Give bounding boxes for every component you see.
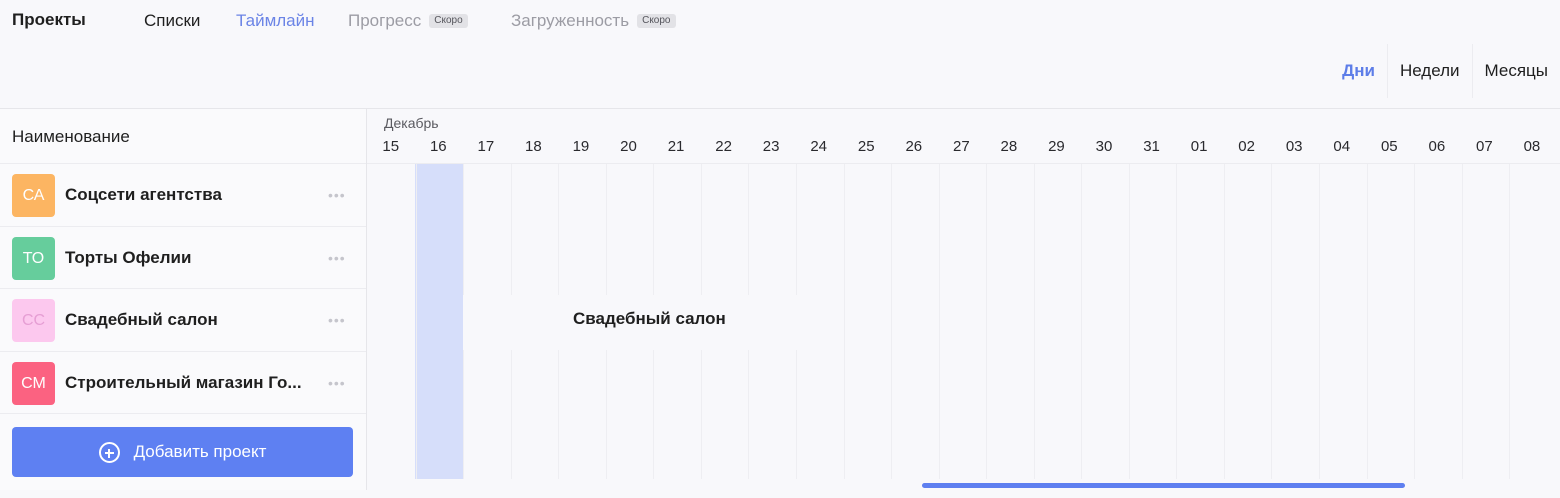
divider [367, 163, 1560, 164]
project-row[interactable]: СМ Строительный магазин Го... ••• [0, 352, 366, 414]
day-column-line [1461, 164, 1463, 479]
day-label: 24 [810, 138, 828, 155]
day-column-line [1176, 164, 1178, 479]
day-column-line [1033, 164, 1035, 479]
day-label: 22 [715, 138, 732, 155]
tab-workload[interactable]: Загруженность Скоро [511, 11, 676, 31]
day-column-line [891, 164, 893, 479]
day-label: 17 [477, 138, 495, 155]
day-label: 06 [1428, 138, 1446, 155]
today-column-highlight [415, 164, 463, 479]
add-project-button[interactable]: Добавить проект [12, 427, 353, 477]
day-label: 04 [1333, 138, 1351, 155]
project-row[interactable]: СА Соцсети агентства ••• [0, 164, 366, 227]
horizontal-scrollbar[interactable] [922, 483, 1405, 488]
soon-badge: Скоро [429, 14, 468, 28]
project-row[interactable]: СС Свадебный салон ••• [0, 289, 366, 352]
tab-lists[interactable]: Списки [144, 11, 200, 31]
day-column-line [1366, 164, 1368, 479]
project-bar-label: Свадебный салон [573, 309, 726, 328]
project-name[interactable]: Соцсети агентства [65, 185, 320, 205]
soon-badge: Скоро [637, 14, 676, 28]
day-column-line [1223, 164, 1225, 479]
day-label: 15 [382, 138, 400, 155]
top-nav: Проекты Списки Таймлайн Прогресс Скоро За… [0, 0, 1560, 44]
day-column-line [1319, 164, 1320, 479]
add-project-label: Добавить проект [133, 442, 267, 461]
day-label: 25 [857, 138, 875, 155]
day-label: 02 [1238, 138, 1255, 155]
day-label: 19 [572, 138, 590, 155]
day-label: 31 [1143, 138, 1160, 155]
project-avatar: ТО [12, 236, 55, 280]
day-label: 27 [953, 138, 970, 155]
day-label: 30 [1095, 138, 1113, 155]
day-column-line [1128, 164, 1130, 479]
day-label: 05 [1380, 138, 1398, 155]
scale-switch: Дни Недели Месяцы [1330, 44, 1560, 98]
day-label: 21 [667, 138, 685, 155]
day-label: 03 [1285, 138, 1303, 155]
day-label: 16 [429, 138, 447, 155]
tab-timeline[interactable]: Таймлайн [236, 11, 315, 31]
day-label: 26 [905, 138, 923, 155]
project-row[interactable]: ТО Торты Офелии ••• [0, 227, 366, 289]
day-label: 18 [525, 138, 542, 155]
tab-progress-label: Прогресс [348, 11, 422, 30]
project-name[interactable]: Строительный магазин Го... [65, 373, 320, 393]
timeline-grid: Декабрь Свадебный салон 15 16 17 18 19 20 21 22… [367, 108, 1560, 490]
day-column-line [1081, 164, 1083, 479]
day-column-line [1509, 164, 1511, 479]
more-options-icon[interactable]: ••• [328, 187, 346, 203]
day-column-line [843, 164, 845, 479]
day-label: 28 [1000, 138, 1018, 155]
project-name[interactable]: Свадебный салон [65, 310, 320, 330]
day-column-line [1271, 164, 1273, 479]
tab-workload-label: Загруженность [511, 11, 630, 30]
more-options-icon[interactable]: ••• [328, 312, 346, 328]
day-label: 23 [762, 138, 780, 155]
plus-circle-icon [98, 441, 120, 463]
project-avatar: СС [12, 299, 55, 342]
scale-weeks-button[interactable]: Недели [1388, 44, 1472, 98]
project-avatar: СА [12, 174, 55, 217]
project-name[interactable]: Торты Офелии [65, 248, 320, 268]
more-options-icon[interactable]: ••• [328, 250, 346, 266]
day-label: 29 [1048, 138, 1065, 155]
day-label: 08 [1523, 138, 1541, 155]
page-title: Проекты [12, 10, 86, 29]
project-avatar: СМ [12, 361, 55, 405]
scale-days-button[interactable]: Дни [1330, 44, 1387, 98]
day-label: 07 [1476, 138, 1493, 155]
project-list-panel: Наименование СА Соцсети агентства ••• ТО… [0, 108, 367, 490]
day-label: 01 [1190, 138, 1208, 155]
scale-months-button[interactable]: Месяцы [1473, 44, 1560, 98]
day-column-line [1414, 164, 1416, 479]
day-column-line [938, 164, 940, 479]
day-column-line [415, 164, 417, 479]
more-options-icon[interactable]: ••• [328, 375, 346, 391]
day-label: 20 [620, 138, 637, 155]
tab-progress[interactable]: Прогресс Скоро [348, 11, 468, 31]
name-column-header: Наименование [0, 109, 366, 164]
day-column-line [986, 164, 988, 479]
month-label: Декабрь [384, 115, 439, 131]
